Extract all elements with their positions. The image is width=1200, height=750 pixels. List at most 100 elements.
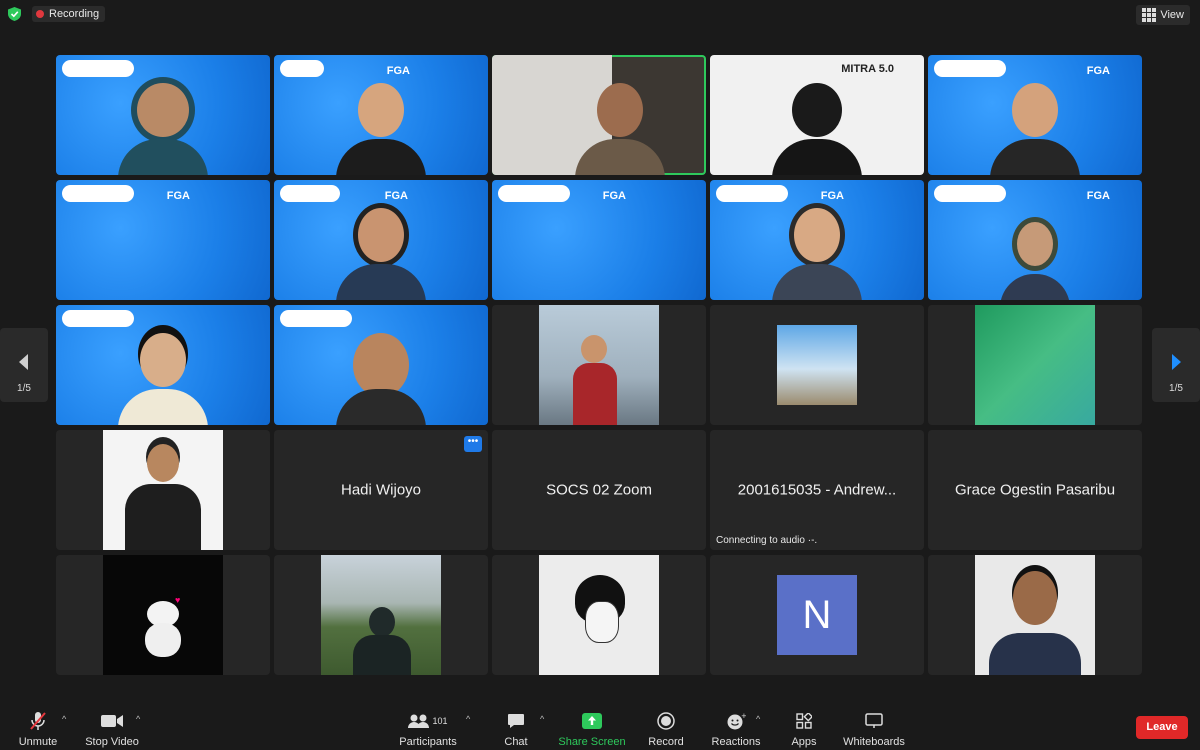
fga-logo: FGA xyxy=(602,190,626,202)
video-tile[interactable]: FGA xyxy=(56,180,270,300)
participant-video xyxy=(1000,208,1070,300)
participant-tile[interactable]: Grace Ogestin Pasaribu xyxy=(928,430,1142,550)
video-tile[interactable]: MITRA 5.0 xyxy=(710,55,924,175)
participant-tile[interactable]: ••• Hadi Wijoyo xyxy=(274,430,488,550)
profile-photo-tile[interactable] xyxy=(492,555,706,675)
participants-icon: 101 xyxy=(388,710,468,732)
fga-logo: FGA xyxy=(1086,190,1110,202)
apps-button[interactable]: Apps xyxy=(764,704,844,748)
video-options-caret-icon[interactable]: ^ xyxy=(136,714,140,724)
participant-name: Grace Ogestin Pasaribu xyxy=(954,481,1116,499)
share-screen-label: Share Screen xyxy=(558,736,626,748)
participant-name: 2001615035 - Andrew... xyxy=(737,481,897,499)
profile-photo xyxy=(975,305,1095,425)
arrow-left-icon xyxy=(19,354,28,370)
participants-options-caret-icon[interactable]: ^ xyxy=(466,714,470,724)
profile-photo xyxy=(539,555,659,675)
chat-options-caret-icon[interactable]: ^ xyxy=(540,714,544,724)
record-icon xyxy=(626,710,706,732)
video-tile[interactable] xyxy=(56,55,270,175)
event-logo-banner xyxy=(62,60,134,77)
participant-tile[interactable]: 2001615035 - Andrew... Connecting to aud… xyxy=(710,430,924,550)
security-shield-icon[interactable] xyxy=(8,7,21,21)
video-tile[interactable] xyxy=(274,305,488,425)
reactions-options-caret-icon[interactable]: ^ xyxy=(756,714,760,724)
apps-label: Apps xyxy=(791,736,817,748)
more-options-button[interactable]: ••• xyxy=(464,436,482,452)
video-tile[interactable]: FGA xyxy=(710,180,924,300)
participant-name: SOCS 02 Zoom xyxy=(546,481,652,499)
profile-photo-tile[interactable] xyxy=(928,555,1142,675)
fga-logo: FGA xyxy=(820,190,844,202)
profile-photo-tile[interactable] xyxy=(710,305,924,425)
previous-page-button[interactable]: 1/5 xyxy=(0,328,48,402)
participant-video xyxy=(772,83,862,175)
event-logo-banner xyxy=(716,185,788,202)
video-tile[interactable] xyxy=(56,305,270,425)
event-logo-banner xyxy=(498,185,570,202)
recording-indicator[interactable]: Recording xyxy=(32,6,106,22)
video-tile[interactable]: FGA xyxy=(274,55,488,175)
participant-video xyxy=(118,83,208,175)
whiteboard-icon xyxy=(834,710,914,732)
page-indicator-left: 1/5 xyxy=(17,383,31,394)
event-logo-banner xyxy=(280,185,340,202)
video-gallery: FGA MITRA 5.0 FGA FGA FGA FGA FGA FGA ••… xyxy=(56,55,1144,677)
profile-photo-tile[interactable] xyxy=(928,305,1142,425)
fga-logo: FGA xyxy=(384,190,408,202)
recording-dot-icon xyxy=(36,10,44,18)
profile-photo-tile[interactable]: ♥ xyxy=(56,555,270,675)
svg-text:+: + xyxy=(741,712,746,720)
view-button[interactable]: View xyxy=(1136,5,1190,25)
profile-photo xyxy=(975,555,1095,675)
profile-photo: ♥ xyxy=(103,555,223,675)
video-tile[interactable]: FGA xyxy=(928,55,1142,175)
share-screen-icon xyxy=(552,710,632,732)
video-tile[interactable]: FGA xyxy=(492,180,706,300)
record-button[interactable]: Record xyxy=(626,704,706,748)
share-screen-button[interactable]: Share Screen xyxy=(552,704,632,748)
fga-logo: FGA xyxy=(1086,65,1110,77)
mitra-logo: MITRA 5.0 xyxy=(841,63,894,75)
initial-avatar: N xyxy=(777,575,857,655)
top-bar: Recording View xyxy=(0,0,1200,28)
event-logo-banner xyxy=(934,185,1006,202)
chat-button[interactable]: Chat xyxy=(476,704,556,748)
event-logo-banner xyxy=(934,60,1006,77)
whiteboards-button[interactable]: Whiteboards xyxy=(834,704,914,748)
participant-video xyxy=(118,333,208,425)
next-page-button[interactable]: 1/5 xyxy=(1152,328,1200,402)
page-indicator-right: 1/5 xyxy=(1169,383,1183,394)
participant-video xyxy=(575,83,666,175)
profile-photo-tile[interactable] xyxy=(274,555,488,675)
participants-button[interactable]: 101 Participants xyxy=(388,704,468,748)
arrow-right-icon xyxy=(1172,354,1181,370)
profile-photo-tile[interactable] xyxy=(56,430,270,550)
participant-video xyxy=(990,83,1080,175)
apps-icon xyxy=(764,710,844,732)
meeting-toolbar: Unmute ^ Stop Video ^ 101 Participants ^… xyxy=(0,704,1200,750)
unmute-button[interactable]: Unmute xyxy=(0,704,76,748)
chat-label: Chat xyxy=(504,736,528,748)
avatar-tile[interactable]: N xyxy=(710,555,924,675)
stop-video-label: Stop Video xyxy=(85,736,139,748)
grid-view-icon xyxy=(1142,8,1157,22)
audio-options-caret-icon[interactable]: ^ xyxy=(62,714,66,724)
event-logo-banner xyxy=(62,310,134,327)
video-tile[interactable]: FGA xyxy=(274,180,488,300)
unmute-label: Unmute xyxy=(18,736,58,748)
whiteboards-label: Whiteboards xyxy=(843,736,905,748)
profile-photo xyxy=(103,430,223,550)
profile-photo xyxy=(539,305,659,425)
heart-icon: ♥ xyxy=(175,595,181,605)
connecting-audio-label: Connecting to audio xyxy=(716,535,805,546)
video-tile-active-speaker[interactable] xyxy=(492,55,706,175)
participant-tile[interactable]: SOCS 02 Zoom xyxy=(492,430,706,550)
participant-video xyxy=(336,333,426,425)
leave-button[interactable]: Leave xyxy=(1136,716,1188,739)
stop-video-button[interactable]: Stop Video xyxy=(72,704,152,748)
profile-photo-tile[interactable] xyxy=(492,305,706,425)
participant-name: Hadi Wijoyo xyxy=(340,481,422,499)
video-tile[interactable]: FGA xyxy=(928,180,1142,300)
event-logo-banner xyxy=(280,60,324,77)
